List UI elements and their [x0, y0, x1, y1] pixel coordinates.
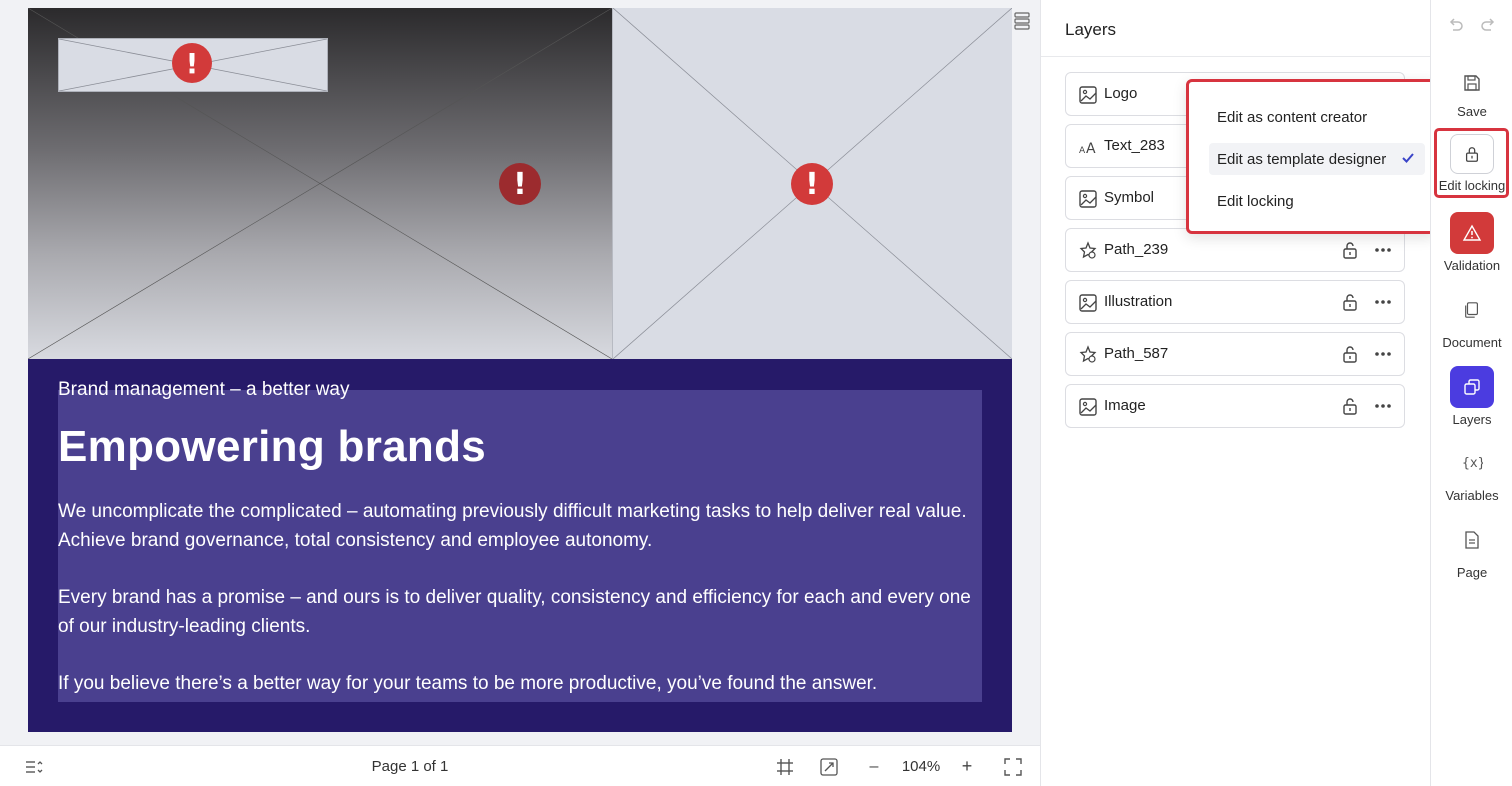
expand-icon — [820, 757, 838, 776]
body-paragraph[interactable]: Every brand has a promise – and ours is … — [58, 583, 978, 641]
zoom-out-button[interactable]: – — [864, 746, 884, 786]
document-button[interactable]: Document — [1431, 289, 1512, 350]
save-icon-box — [1450, 62, 1494, 104]
unlock-icon[interactable] — [1340, 344, 1360, 364]
undo-redo-group — [1431, 14, 1512, 34]
edit-mode-menu: Edit as content creator Edit as template… — [1186, 79, 1436, 234]
eyebrow-text[interactable]: Brand management – a better way — [58, 379, 350, 401]
grid-frame-icon — [777, 758, 793, 775]
layers-button[interactable]: Layers — [1431, 366, 1512, 427]
validation-button[interactable]: Validation — [1431, 212, 1512, 273]
unlock-icon[interactable] — [1340, 396, 1360, 416]
image-icon — [1079, 398, 1097, 416]
menu-item-edit-locking[interactable]: Edit locking — [1209, 185, 1425, 217]
headline-text[interactable]: Empowering brands — [58, 422, 486, 472]
page-icon-box — [1450, 519, 1494, 561]
shape-icon — [1079, 241, 1097, 259]
layer-row-illustration[interactable]: Illustration — [1065, 280, 1405, 324]
right-rail: Save Edit locking Validation Document La… — [1430, 0, 1512, 786]
menu-item-edit-as-content-creator[interactable]: Edit as content creator — [1209, 101, 1425, 133]
fullscreen-button[interactable] — [1002, 746, 1024, 786]
error-icon[interactable]: ! — [791, 163, 833, 205]
layer-row-image[interactable]: Image — [1065, 384, 1405, 428]
save-icon — [1464, 75, 1480, 91]
more-options-icon[interactable] — [1372, 344, 1394, 364]
layers-icon-box — [1450, 366, 1494, 408]
zoom-in-button[interactable]: + — [957, 746, 977, 786]
unlock-icon[interactable] — [1340, 292, 1360, 312]
rail-label: Save — [1457, 104, 1487, 119]
svg-text:A: A — [1086, 141, 1096, 157]
layer-row-path-587[interactable]: Path_587 — [1065, 332, 1405, 376]
layers-icon — [1464, 379, 1480, 395]
panel-title: Layers — [1065, 20, 1117, 39]
layer-row-path-239[interactable]: Path_239 — [1065, 228, 1405, 272]
checkmark-icon — [1402, 153, 1414, 163]
menu-item-label: Edit as content creator — [1217, 108, 1368, 126]
variables-icon: {x} — [1462, 456, 1483, 471]
rail-label: Validation — [1443, 258, 1501, 273]
hero-image-frame[interactable]: ! ! — [28, 8, 612, 359]
image-icon — [1079, 86, 1097, 104]
bottom-toolbar: Page 1 of 1 – 104% + — [0, 745, 1040, 786]
fullscreen-icon — [1004, 757, 1022, 776]
canvas-area[interactable]: ! ! ! Brand management – a better way Em… — [0, 0, 1040, 745]
text-icon: A A — [1079, 141, 1096, 157]
rail-label: Document — [1442, 335, 1502, 350]
page-indicator: Page 1 of 1 — [371, 758, 449, 775]
page-icon — [1465, 531, 1479, 549]
validation-icon-box — [1450, 212, 1494, 254]
edit-locking-highlight — [1434, 128, 1509, 198]
unlock-icon[interactable] — [1340, 240, 1360, 260]
warning-icon — [1462, 224, 1482, 241]
undo-icon[interactable] — [1445, 14, 1465, 34]
menu-item-label: Edit locking — [1217, 192, 1294, 210]
layer-label: Illustration — [1104, 293, 1173, 310]
side-image-frame[interactable]: ! — [612, 8, 1012, 359]
redo-icon[interactable] — [1479, 14, 1499, 34]
layer-label: Path_239 — [1104, 241, 1169, 258]
svg-text:{x}: {x} — [1462, 456, 1483, 471]
layer-label: Text_283 — [1104, 137, 1165, 154]
more-options-icon[interactable] — [1372, 240, 1394, 260]
error-icon[interactable]: ! — [499, 163, 541, 205]
layer-label: Path_587 — [1104, 345, 1169, 362]
image-icon — [1079, 294, 1097, 312]
rail-label: Variables — [1445, 488, 1499, 503]
menu-item-label: Edit as template designer — [1217, 150, 1387, 168]
page-list-button[interactable] — [22, 746, 46, 786]
variables-icon-box: {x} — [1450, 442, 1494, 484]
body-paragraph[interactable]: If you believe there’s a better way for … — [58, 669, 978, 698]
save-button[interactable]: Save — [1431, 62, 1512, 119]
document-icon-box — [1450, 289, 1494, 331]
stack-icon[interactable] — [1014, 12, 1030, 30]
svg-text:A: A — [1079, 146, 1086, 156]
more-options-icon[interactable] — [1372, 396, 1394, 416]
layer-label: Logo — [1104, 85, 1138, 102]
page-button[interactable]: Page — [1431, 519, 1512, 580]
error-icon[interactable]: ! — [172, 43, 212, 83]
menu-item-edit-as-template-designer[interactable]: Edit as template designer — [1209, 143, 1425, 175]
image-icon — [1079, 190, 1097, 208]
document-icon — [1465, 302, 1478, 318]
shape-icon — [1079, 345, 1097, 363]
rail-label: Layers — [1452, 412, 1492, 427]
variables-button[interactable]: {x} Variables — [1431, 442, 1512, 503]
rail-label: Page — [1456, 565, 1488, 580]
frame-toggle-button[interactable] — [774, 746, 796, 786]
divider — [1041, 56, 1431, 57]
fit-to-screen-button[interactable] — [818, 746, 840, 786]
body-paragraph[interactable]: We uncomplicate the complicated – automa… — [58, 497, 978, 555]
layer-label: Symbol — [1104, 189, 1155, 206]
more-options-icon[interactable] — [1372, 292, 1394, 312]
list-sort-icon — [26, 760, 43, 773]
logo-frame[interactable]: ! — [58, 38, 328, 92]
layer-label: Image — [1104, 397, 1146, 414]
zoom-level[interactable]: 104% — [896, 746, 946, 786]
